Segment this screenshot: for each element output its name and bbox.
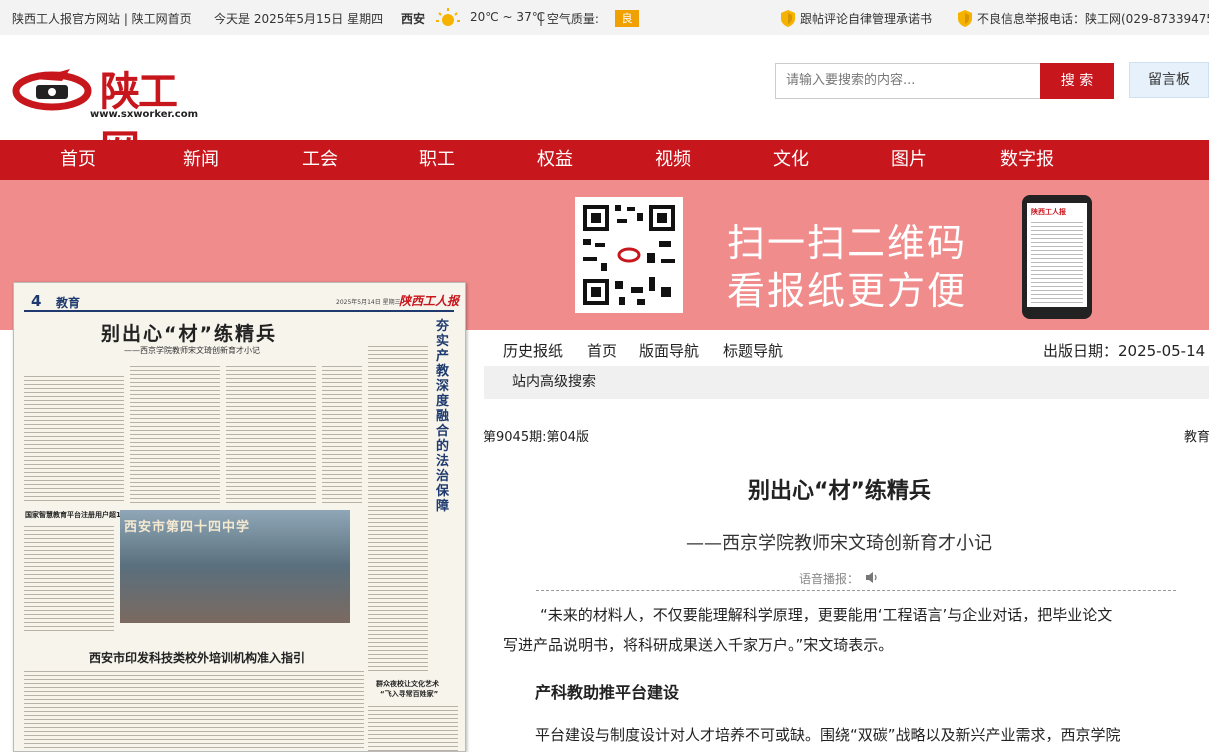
page-second-title[interactable]: 西安市印发科技类校外培训机构准入指引 [89, 649, 305, 666]
logo-url: www.sxworker.com [90, 109, 199, 120]
history-papers-link[interactable]: 历史报纸 [503, 340, 563, 361]
article-paragraph: 平台建设与制度设计对人才培养不可或缺。围绕“双碳”战略以及新兴产业需求，西京学院 [535, 726, 1121, 744]
photo-caption: 西安市第四十四中学 [124, 520, 251, 535]
logo-mark-icon [12, 69, 92, 111]
paper-home-link[interactable]: 首页 [587, 340, 617, 361]
article-paragraph: “未来的材料人，不仅要能理解科学原理，更要能用‘工程语言’与企业对话，把毕业论文 [540, 606, 1113, 624]
shield-icon [958, 10, 972, 27]
publication-date: 出版日期：2025-05-14 [1043, 342, 1206, 360]
report-phone[interactable]: 不良信息举报电话：陕工网(029-87339475 [977, 10, 1209, 27]
text-column [226, 363, 316, 503]
page-rule [24, 310, 454, 312]
top-info-bar: 陕西工人报官方网站 | 陕工网首页 今天是 2025年5月15日 星期四 西安 … [0, 0, 1209, 35]
text-column [24, 523, 114, 633]
page-vertical-title[interactable]: 夯实产教深度融合的法治保障 [436, 319, 452, 514]
speaker-icon[interactable] [865, 571, 879, 584]
qr-code-icon [575, 197, 683, 313]
page-number: 4 [31, 292, 42, 310]
article-section-heading: 产科教助推平台建设 [535, 683, 680, 702]
temperature: 20℃ ~ 37℃ [470, 10, 546, 24]
nav-item-video[interactable]: 视频 [633, 140, 713, 180]
site-links[interactable]: 陕西工人报官方网站 | 陕工网首页 [12, 10, 192, 27]
article-subtitle: ——西京学院教师宋文琦创新育才小记 [686, 533, 992, 554]
page-section: 教育 [56, 296, 81, 310]
nav-item-workers[interactable]: 职工 [397, 140, 477, 180]
section-link[interactable]: 教育 [1184, 426, 1209, 445]
nav-item-pictures[interactable]: 图片 [869, 140, 949, 180]
text-column [368, 343, 428, 673]
voice-broadcast-label: 语音播报： [799, 572, 860, 586]
text-column [24, 373, 124, 503]
nav-item-union[interactable]: 工会 [280, 140, 360, 180]
page-masthead: 陕西工人报 [399, 294, 460, 308]
article-paragraph: 写进产品说明书，将科研成果送入千家万户。”宋文琦表示。 [503, 636, 894, 654]
banner-subline: 看报纸更方便 [727, 269, 968, 313]
air-quality-label: | 空气质量: [539, 12, 599, 26]
page-main-title[interactable]: 别出心“材”练精兵 [101, 319, 277, 346]
title-nav-link[interactable]: 标题导航 [723, 340, 783, 361]
page-date: 2025年5月14日 星期三 [336, 299, 401, 306]
site-logo[interactable]: 陕工网 www.sxworker.com [12, 55, 212, 173]
nav-item-home[interactable]: 首页 [38, 140, 118, 180]
page-box-title[interactable]: 群众夜校让文化艺术 [376, 679, 439, 689]
current-date: 今天是 2025年5月15日 星期四 [214, 12, 384, 26]
text-column [130, 363, 220, 503]
phone-icon: 陕西工人报 [1022, 195, 1092, 319]
article-title: 别出心“材”练精兵 [748, 479, 931, 504]
issue-number: 第9045期:第04版 [483, 430, 590, 445]
nav-item-digital-paper[interactable]: 数字报 [987, 140, 1067, 180]
guestbook-button[interactable]: 留言板 [1129, 62, 1209, 98]
text-column [368, 703, 458, 751]
commitment-link[interactable]: 跟帖评论自律管理承诺书 [800, 10, 932, 27]
text-column [24, 668, 364, 751]
text-column [322, 363, 362, 503]
main-nav: 首页 新闻 工会 职工 权益 视频 文化 图片 数字报 [0, 140, 1209, 180]
phone-masthead: 陕西工人报 [1031, 208, 1066, 216]
nav-item-culture[interactable]: 文化 [751, 140, 831, 180]
air-quality-badge: 良 [615, 10, 639, 27]
weather-city: 西安 [401, 12, 426, 26]
page-nav-link[interactable]: 版面导航 [639, 340, 699, 361]
newspaper-page-image[interactable]: 4 教育 2025年5月14日 星期三 陕西工人报 别出心“材”练精兵 ——西京… [13, 282, 466, 752]
shield-icon [781, 10, 795, 27]
search-input[interactable]: 请输入要搜索的内容... [775, 63, 1041, 99]
banner-headline: 扫一扫二维码 [727, 221, 968, 265]
search-button[interactable]: 搜 索 [1040, 63, 1114, 99]
advanced-search-link[interactable]: 站内高级搜索 [484, 366, 1209, 399]
nav-item-rights[interactable]: 权益 [515, 140, 595, 180]
nav-item-news[interactable]: 新闻 [161, 140, 241, 180]
divider [536, 590, 1176, 591]
page-main-subtitle: ——西京学院教师宋文琦创新育才小记 [124, 346, 260, 355]
sun-icon [436, 8, 460, 26]
page-box-subtitle: “飞入寻常百姓家” [380, 690, 439, 698]
